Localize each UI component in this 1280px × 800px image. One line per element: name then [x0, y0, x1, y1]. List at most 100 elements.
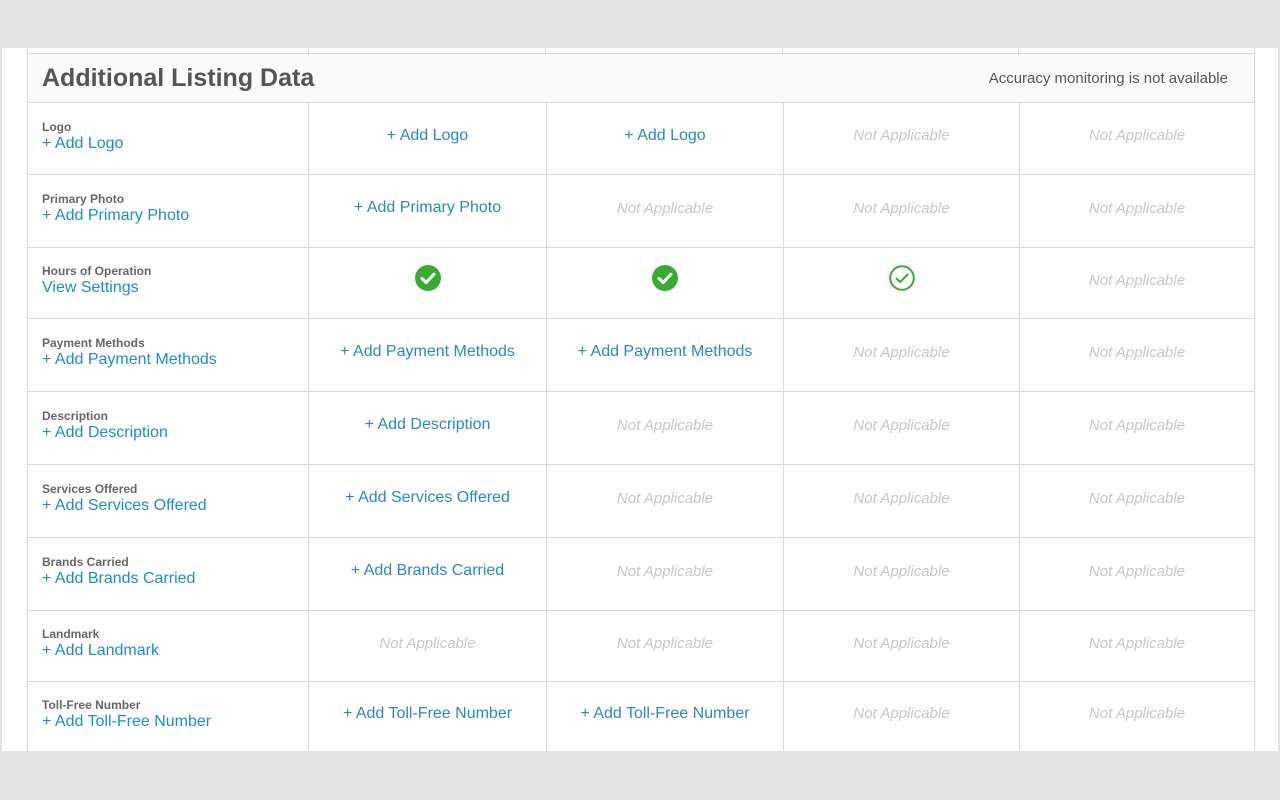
- not-applicable-text: Not Applicable: [1088, 271, 1186, 289]
- field-label: Landmark: [42, 627, 100, 641]
- listing-cell: Not Applicable: [1019, 103, 1254, 174]
- table-row: Payment Methods + Add Payment Methods + Ad…: [27, 319, 1255, 392]
- field-action-link[interactable]: + Add Logo: [42, 134, 123, 154]
- listing-panel: Additional Listing Data Accuracy monitor…: [2, 48, 1278, 751]
- listing-cell: Not Applicable: [1019, 682, 1254, 751]
- field-cell: Description + Add Description: [28, 392, 308, 464]
- not-applicable-text: Not Applicable: [379, 634, 476, 652]
- listing-cell: Not Applicable: [783, 175, 1019, 247]
- not-applicable-text: Not Applicable: [1088, 705, 1186, 722]
- field-cell: Brands Carried + Add Brands Carried: [28, 538, 308, 610]
- listing-cell: Not Applicable: [1019, 392, 1254, 464]
- section-header: Additional Listing Data Accuracy monitor…: [27, 53, 1255, 103]
- table-row: Logo + Add Logo + Add Logo + Add Logo Not Ap…: [27, 103, 1255, 175]
- field-cell: Toll-Free Number + Add Toll-Free Number: [28, 682, 308, 751]
- listing-cell: Not Applicable: [783, 611, 1019, 681]
- listing-cell: Not Applicable: [1019, 319, 1254, 391]
- add-link[interactable]: + Add Payment Methods: [340, 343, 515, 361]
- not-applicable-text: Not Applicable: [853, 705, 950, 722]
- field-label: Logo: [42, 119, 72, 134]
- listing-cell: + Add Logo: [308, 103, 546, 174]
- table-top-edge: [27, 48, 1255, 53]
- field-action-link[interactable]: + Add Landmark: [42, 641, 159, 661]
- field-cell: Landmark + Add Landmark: [28, 611, 308, 681]
- not-applicable-text: Not Applicable: [853, 562, 950, 580]
- field-action-link[interactable]: + Add Payment Methods: [42, 350, 217, 370]
- table-row: Primary Photo + Add Primary Photo + Add Pr…: [27, 175, 1255, 248]
- listing-cell: Not Applicable: [308, 611, 546, 681]
- column-divider: [308, 48, 309, 53]
- listing-cell: Not Applicable: [546, 392, 783, 464]
- listing-cell: Not Applicable: [783, 319, 1019, 391]
- not-applicable-text: Not Applicable: [616, 562, 714, 580]
- add-link[interactable]: + Add Primary Photo: [354, 199, 501, 217]
- field-action-link[interactable]: View Settings: [42, 278, 139, 298]
- add-link[interactable]: + Add Logo: [387, 127, 468, 145]
- check-circle-filled-icon: [414, 265, 441, 291]
- add-link[interactable]: + Add Payment Methods: [578, 343, 753, 361]
- not-applicable-text: Not Applicable: [853, 343, 950, 361]
- not-applicable-text: Not Applicable: [1088, 562, 1186, 580]
- listing-cell: + Add Toll-Free Number: [308, 682, 546, 751]
- listing-cell: Not Applicable: [546, 538, 783, 610]
- column-divider: [782, 48, 783, 53]
- listing-cell: Not Applicable: [1019, 538, 1254, 610]
- field-action-link[interactable]: + Add Description: [42, 423, 168, 443]
- not-applicable-text: Not Applicable: [853, 416, 950, 434]
- add-link[interactable]: + Add Toll-Free Number: [580, 705, 749, 723]
- field-cell: Primary Photo + Add Primary Photo: [28, 175, 308, 247]
- listing-cell: Not Applicable: [546, 611, 783, 681]
- not-applicable-text: Not Applicable: [853, 634, 950, 652]
- listing-cell: Not Applicable: [1019, 465, 1254, 537]
- field-label: Hours of Operation: [42, 264, 152, 278]
- not-applicable-text: Not Applicable: [853, 127, 950, 144]
- listing-cell: Not Applicable: [783, 392, 1019, 464]
- field-label: Primary Photo: [42, 192, 125, 206]
- table-row: Toll-Free Number + Add Toll-Free Number + …: [27, 682, 1255, 751]
- field-cell: Services Offered + Add Services Offered: [28, 465, 308, 537]
- field-cell: Logo + Add Logo: [28, 103, 308, 174]
- listing-cell: + Add Brands Carried: [308, 538, 546, 610]
- field-label: Payment Methods: [42, 336, 145, 350]
- field-label: Toll-Free Number: [42, 697, 141, 712]
- listing-cell: + Add Toll-Free Number: [546, 682, 783, 751]
- listing-cell: [308, 248, 546, 318]
- check-circle-outline-icon: [888, 265, 915, 291]
- add-link[interactable]: + Add Toll-Free Number: [343, 705, 512, 723]
- table-row: Brands Carried + Add Brands Carried + Add …: [27, 538, 1255, 611]
- listing-cell: Not Applicable: [783, 465, 1019, 537]
- not-applicable-text: Not Applicable: [1088, 127, 1186, 144]
- listing-rows: Logo + Add Logo + Add Logo + Add Logo Not Ap…: [27, 103, 1255, 751]
- listing-cell: + Add Payment Methods: [308, 319, 546, 391]
- listing-cell: + Add Logo: [546, 103, 783, 174]
- listing-cell: Not Applicable: [783, 682, 1019, 751]
- add-link[interactable]: + Add Description: [365, 416, 491, 434]
- add-link[interactable]: + Add Brands Carried: [351, 562, 504, 580]
- listing-cell: Not Applicable: [1019, 248, 1254, 318]
- add-link[interactable]: + Add Services Offered: [345, 489, 510, 507]
- table-row: Landmark + Add Landmark Not Applicable Not …: [27, 611, 1255, 682]
- check-circle-filled-icon: [652, 265, 678, 291]
- field-action-link[interactable]: + Add Services Offered: [42, 496, 207, 516]
- not-applicable-text: Not Applicable: [1088, 343, 1186, 361]
- listing-cell: Not Applicable: [546, 175, 783, 247]
- listing-cell: Not Applicable: [783, 538, 1019, 610]
- column-divider: [545, 48, 546, 53]
- field-action-link[interactable]: + Add Brands Carried: [42, 569, 195, 589]
- column-divider: [1018, 48, 1019, 53]
- field-label: Description: [42, 409, 109, 423]
- table-row: Hours of Operation View Settings Not Appli…: [27, 248, 1255, 319]
- listing-cell: [783, 248, 1019, 318]
- section-title: Additional Listing Data: [42, 63, 315, 92]
- add-link[interactable]: + Add Logo: [624, 127, 705, 145]
- table-row: Services Offered + Add Services Offered + …: [27, 465, 1255, 538]
- field-action-link[interactable]: + Add Toll-Free Number: [42, 712, 211, 732]
- listing-cell: [546, 248, 783, 318]
- field-action-link[interactable]: + Add Primary Photo: [42, 206, 189, 226]
- not-applicable-text: Not Applicable: [853, 199, 950, 217]
- not-applicable-text: Not Applicable: [853, 489, 950, 507]
- table-row: Description + Add Description + Add Descri…: [27, 392, 1255, 465]
- listing-cell: Not Applicable: [783, 103, 1019, 174]
- listing-cell: + Add Description: [308, 392, 546, 464]
- listing-cell: + Add Primary Photo: [308, 175, 546, 247]
